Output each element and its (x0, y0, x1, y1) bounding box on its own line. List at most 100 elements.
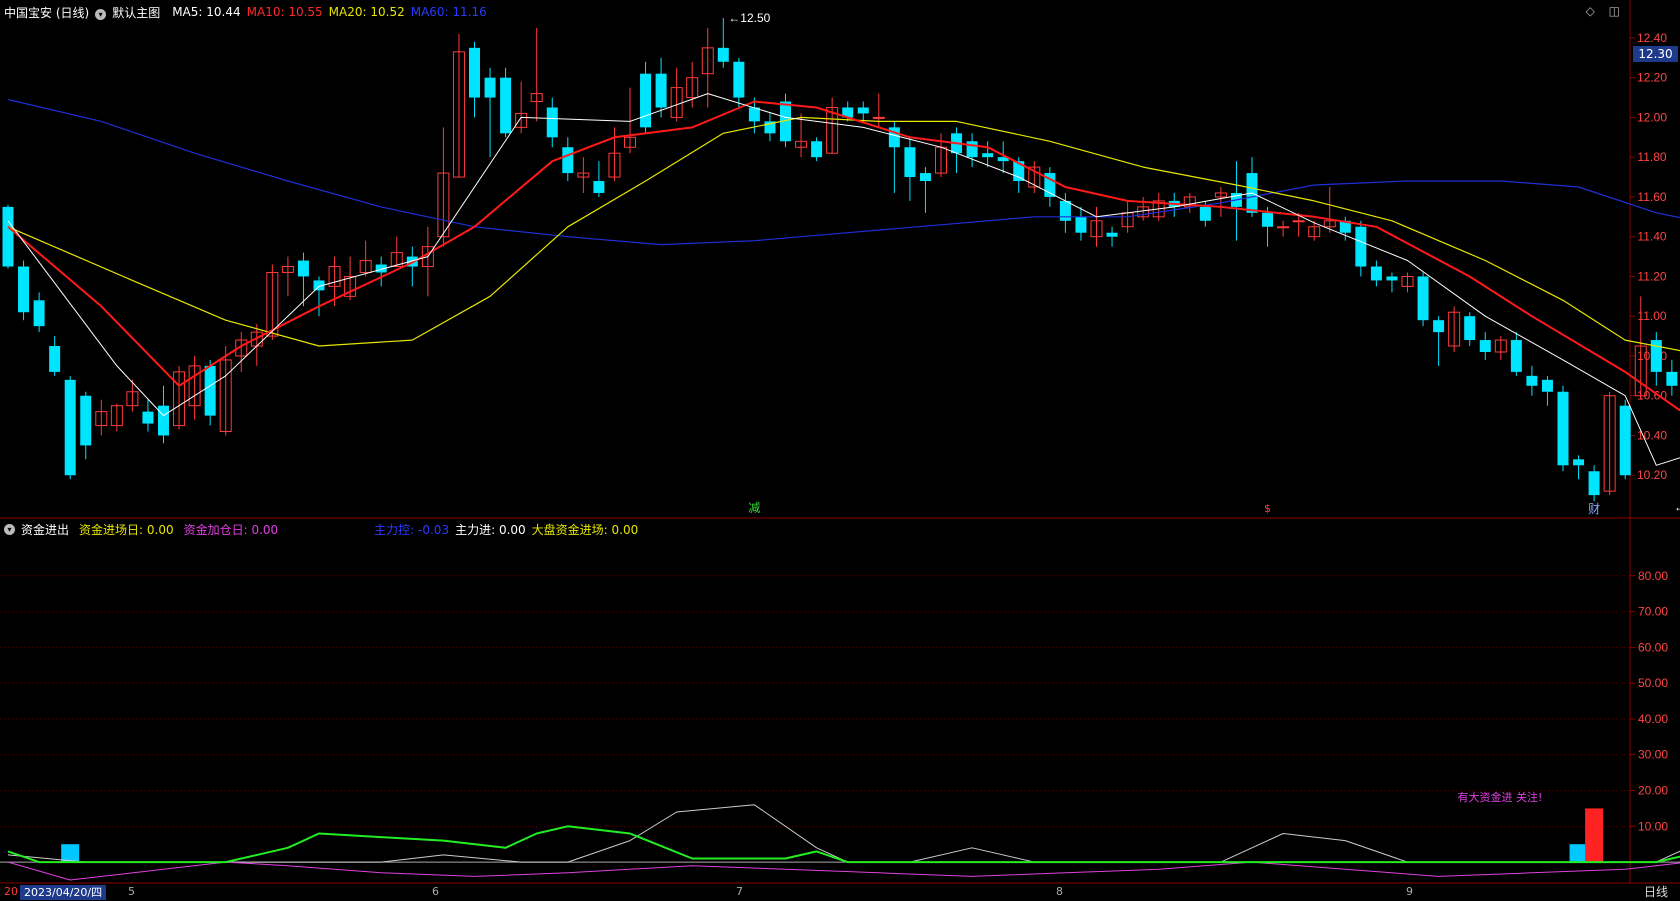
candle-body-down (158, 405, 169, 436)
indicator-green-line (7, 825, 1680, 864)
indicator-tick-label: 50.00 (1638, 676, 1668, 690)
candle-body-down (1386, 276, 1398, 281)
price-tick-label: 12.40 (1637, 31, 1667, 45)
candle-body-down (1106, 232, 1118, 237)
indicator-tick-label: 40.00 (1638, 712, 1668, 726)
entry-day-label: 资金进场日: 0.00 (79, 522, 174, 537)
chevron-down-icon[interactable]: ▾ (4, 523, 15, 535)
candle-body-down (2, 206, 14, 267)
candle-body-down (204, 365, 216, 416)
indicator-tick-label: 30.00 (1638, 748, 1668, 762)
big-money-alert: 有大资金进 关注! (1458, 790, 1543, 804)
price-tick-label: 12.00 (1637, 110, 1667, 124)
candle-body-up (1292, 220, 1305, 223)
ma60-line (7, 98, 1680, 246)
indicator-magenta-line (7, 861, 1680, 881)
price-tick-label: 11.80 (1637, 150, 1666, 164)
ma20-line (7, 116, 1680, 352)
candle-body-down (1370, 266, 1382, 281)
indicator-tick-label: 60.00 (1638, 640, 1668, 654)
candle-body-down (1199, 206, 1211, 221)
candle-body-down (1433, 320, 1445, 333)
candle-body-down (1355, 226, 1367, 267)
candle-body-down (904, 147, 916, 178)
candle-body-down (1573, 459, 1585, 466)
price-tick-label: 12.20 (1637, 71, 1667, 85)
indicator-bar (1585, 808, 1604, 863)
candle-body-down (142, 411, 154, 424)
candle-body-up (1277, 226, 1290, 229)
price-tick-label: 10.20 (1637, 468, 1667, 482)
indicator-title[interactable]: 资金进出 (21, 521, 69, 538)
candle-body-down (1541, 379, 1553, 392)
high-price-label: ←12.50 (728, 11, 770, 25)
candle-body-down (562, 147, 574, 174)
main-in-label: 主力进: 0.00 (455, 522, 526, 537)
candle-body-down (857, 107, 869, 114)
candle-body-down (33, 300, 45, 327)
time-axis-prefix: 20 (4, 885, 18, 898)
candle-body-down (1417, 276, 1429, 321)
indicator-tick-label: 10.00 (1638, 819, 1668, 833)
candle-body-down (546, 107, 558, 138)
ma5-line (7, 93, 1680, 466)
candle-body-down (982, 153, 994, 158)
candle-body-down (49, 346, 61, 372)
candle-body-down (1262, 212, 1274, 227)
candle-body-down (64, 379, 76, 476)
time-axis: 20 5 6 7 8 9 (0, 884, 1630, 901)
month-label: 9 (1406, 885, 1413, 898)
candle-body-down (1464, 316, 1476, 341)
candle-body-down (1479, 340, 1491, 352)
candle-body-down (1526, 375, 1538, 386)
market-entry-label: 大盘资金进场: 0.00 (531, 522, 639, 537)
candle-body-down (1666, 371, 1678, 386)
candle-body-down (811, 141, 823, 158)
indicator-bar (1569, 844, 1588, 863)
price-tick-label: 10.40 (1637, 428, 1667, 442)
candle-body-down (297, 260, 309, 277)
candle-body-down (655, 73, 667, 108)
cursor-date: 2023/04/20/四 (20, 885, 107, 900)
indicator-header: ▾ 资金进出 资金进场日: 0.00 资金加仓日: 0.00 主力控: -0.0… (0, 518, 644, 540)
add-day-label: 资金加仓日: 0.00 (183, 522, 279, 537)
candle-body-down (1075, 216, 1087, 233)
candle-body-down (80, 395, 92, 446)
candle-body-down (18, 266, 30, 313)
price-tick-label: 11.00 (1637, 309, 1666, 323)
price-tick-label: 11.20 (1637, 269, 1666, 283)
price-tick-label: 11.60 (1637, 190, 1666, 204)
month-label: 5 (128, 885, 135, 898)
candle-body-down (593, 181, 605, 193)
chart-canvas[interactable]: 12.40 12.20 12.00 11.80 11.60 11.40 11.20 11.00… (0, 0, 1680, 901)
main-control-label: 主力控: -0.03 (374, 522, 450, 537)
period-button[interactable]: 日线 (1632, 884, 1680, 901)
month-label: 8 (1056, 885, 1063, 898)
candle-body-down (484, 77, 496, 98)
candle-body-up (872, 116, 885, 119)
candle-body-down (919, 173, 931, 182)
finance-marker: 财 (1588, 502, 1600, 516)
candle-body-down (500, 77, 512, 134)
candle-body-down (1557, 391, 1569, 466)
indicator-bar (61, 844, 80, 863)
candle-body-down (733, 61, 745, 98)
current-price-tag: 12.30 (1633, 46, 1678, 62)
candle-body-down (1588, 471, 1600, 496)
price-tick-label: 11.40 (1637, 230, 1666, 244)
indicator-tick-label: 70.00 (1638, 605, 1668, 619)
stock-chart-window: 中国宝安 (日线) ▾ 默认主图 MA5: 10.44 MA10: 10.55 M… (0, 0, 1680, 901)
low-price-label: ←10.07 (1674, 500, 1680, 514)
candle-body-down (1059, 200, 1071, 221)
month-label: 6 (432, 885, 439, 898)
reduce-marker: 减 (748, 501, 760, 515)
candle-body-down (469, 47, 480, 98)
month-label: 7 (736, 885, 743, 898)
dollar-marker: $ (1264, 502, 1271, 515)
candle-body-down (966, 141, 978, 158)
candle-body-down (1619, 405, 1631, 476)
candle-body-down (640, 73, 652, 128)
candle-body-down (717, 47, 729, 62)
ma10-line (7, 100, 1680, 412)
indicator-tick-label: 20.00 (1638, 784, 1668, 798)
